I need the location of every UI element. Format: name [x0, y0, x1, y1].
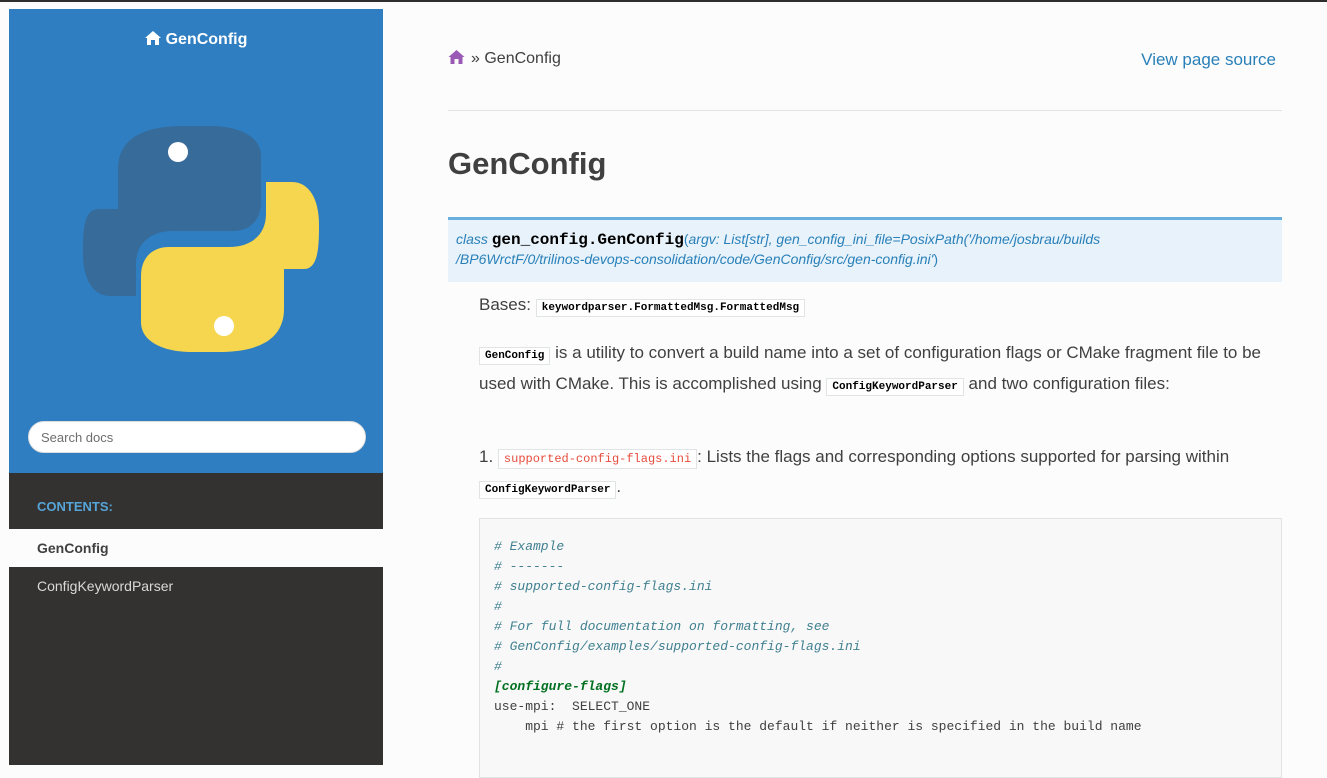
- inline-code-supported-config-flags: supported-config-flags.ini: [497, 449, 698, 469]
- sidebar-item-configkeywordparser[interactable]: ConfigKeywordParser: [9, 567, 383, 605]
- inline-code-genconfig: GenConfig: [479, 347, 551, 365]
- signature-params-line1: argv: List[str], gen_config_ini_file=Pos…: [688, 231, 1101, 247]
- code-block: # Example # ------- # supported-config-fla…: [479, 518, 1282, 778]
- breadcrumb-current: GenConfig: [484, 50, 561, 67]
- page-title: GenConfig: [448, 146, 607, 181]
- signature-name: gen_config.GenConfig: [491, 231, 684, 249]
- code-line: # -------: [494, 559, 565, 574]
- sidebar-item-genconfig[interactable]: GenConfig: [9, 529, 383, 567]
- main-content: » GenConfig View page source GenConfig c…: [448, 0, 1282, 778]
- bases-label: Bases:: [479, 295, 531, 314]
- breadcrumb: » GenConfig: [448, 50, 561, 68]
- code-line: use-mpi: SELECT_ONE: [494, 699, 651, 714]
- list-item-1: 1. supported-config-flags.ini: Lists the…: [479, 443, 1279, 504]
- code-line: #: [494, 659, 502, 674]
- code-line: #: [494, 599, 502, 614]
- inline-code-configkeywordparser: ConfigKeywordParser: [826, 378, 964, 396]
- code-line: mpi # the first option is the default if…: [494, 719, 1142, 734]
- list-item-text-1: : Lists the flags and corresponding opti…: [697, 447, 1230, 466]
- home-icon[interactable]: [448, 50, 465, 64]
- class-signature: class gen_config.GenConfig(argv: List[st…: [448, 217, 1282, 282]
- signature-prefix: class: [456, 231, 488, 247]
- brand-label: GenConfig: [165, 31, 248, 48]
- signature-params-line2: /BP6WrctF/0/trilinos-devops-consolidatio…: [456, 251, 934, 267]
- inline-code-configkeywordparser-2: ConfigKeywordParser: [479, 481, 617, 499]
- brand-link[interactable]: GenConfig: [9, 31, 383, 49]
- bases-line: Bases: keywordparser.FormattedMsg.Format…: [479, 291, 1279, 322]
- list-item-text-2: .: [616, 477, 622, 496]
- sidebar: GenConfig CONTENTS: GenConfig ConfigKeyw…: [9, 9, 383, 765]
- description-text-2: and two configuration files:: [963, 374, 1170, 393]
- code-line: # Example: [494, 539, 565, 554]
- python-logo: [83, 126, 319, 352]
- code-line: # supported-config-flags.ini: [494, 579, 713, 594]
- code-line: # For full documentation on formatting, …: [494, 619, 830, 634]
- code-line: [configure-flags]: [494, 679, 627, 694]
- view-page-source-link[interactable]: View page source: [1141, 50, 1276, 70]
- description-paragraph: GenConfig is a utility to convert a buil…: [479, 339, 1279, 401]
- search-input[interactable]: [28, 421, 366, 453]
- sidebar-header: GenConfig: [9, 9, 383, 473]
- code-line: # GenConfig/examples/supported-config-fl…: [494, 639, 861, 654]
- bases-value: keywordparser.FormattedMsg.FormattedMsg: [535, 299, 806, 317]
- header-divider: [448, 110, 1282, 111]
- home-icon: [144, 31, 161, 45]
- breadcrumb-separator: »: [471, 50, 480, 67]
- contents-caption: CONTENTS:: [37, 499, 113, 514]
- list-item-number: 1.: [479, 447, 494, 466]
- signature-close-paren: ): [933, 251, 939, 267]
